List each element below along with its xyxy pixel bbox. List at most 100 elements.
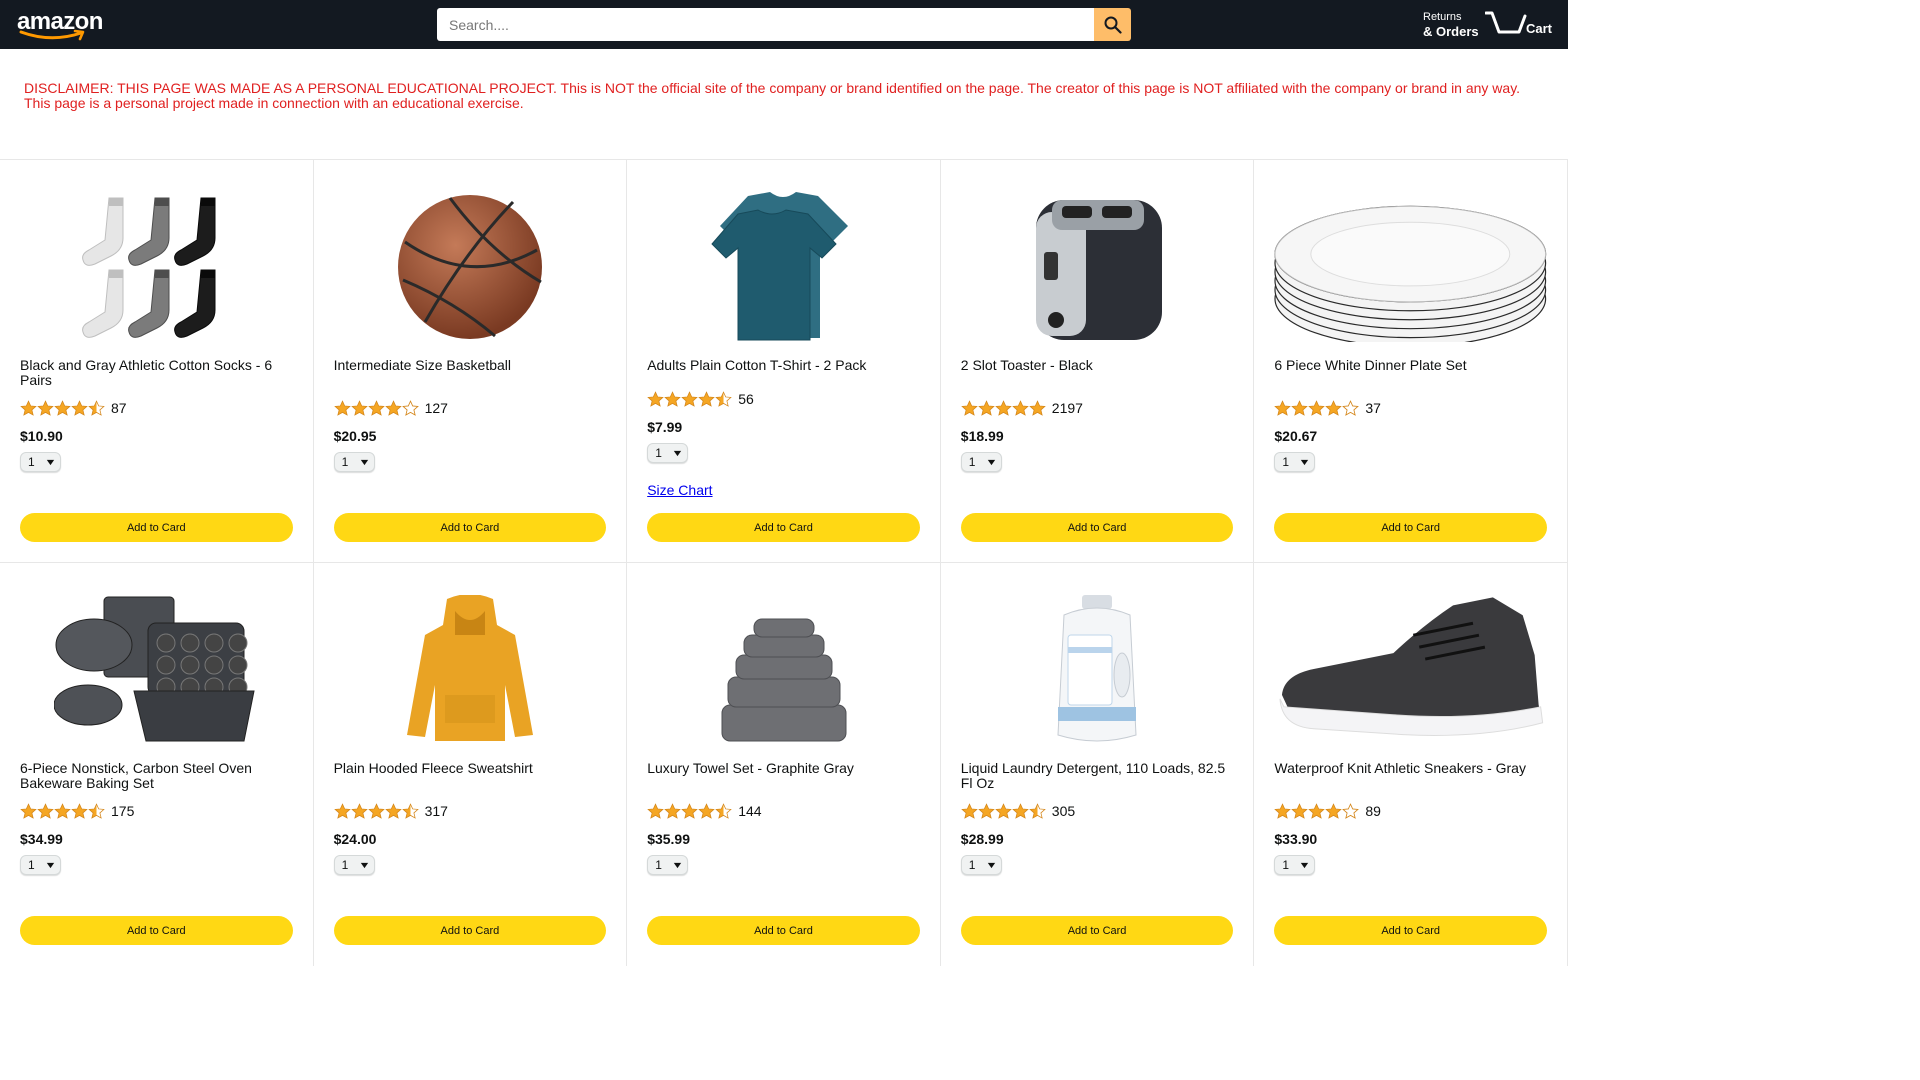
star-icon <box>681 802 698 819</box>
product-rating: 89 <box>1274 801 1547 821</box>
product-rating: 2197 <box>961 398 1234 418</box>
rating-stars <box>1274 399 1360 417</box>
rating-count[interactable]: 127 <box>425 400 448 416</box>
star-icon <box>664 390 681 407</box>
product-price: $7.99 <box>647 419 683 435</box>
product-card: Adults Plain Cotton T-Shirt - 2 Pack 56 … <box>627 160 941 563</box>
star-icon <box>995 399 1012 416</box>
add-to-cart-button[interactable]: Add to Card <box>1274 916 1547 945</box>
product-image[interactable] <box>961 192 1234 342</box>
add-to-cart-button[interactable]: Add to Card <box>960 513 1234 542</box>
star-icon <box>384 802 402 819</box>
quantity-select[interactable]: 1 ▼ <box>960 452 1002 472</box>
quantity-select[interactable]: 1 ▼ <box>1274 452 1316 472</box>
quantity-value: 1 <box>341 858 349 872</box>
star-icon <box>1274 802 1292 819</box>
product-price: $33.90 <box>1274 831 1318 847</box>
quantity-select[interactable]: 1 ▼ <box>20 452 61 472</box>
rating-count[interactable]: 37 <box>1365 400 1381 416</box>
star-icon <box>384 399 402 416</box>
rating-count[interactable]: 87 <box>111 400 127 416</box>
product-price: $24.00 <box>333 831 377 847</box>
product-name[interactable]: Adults Plain Cotton T-Shirt - 2 Pack <box>647 358 920 389</box>
add-to-cart-button[interactable]: Add to Card <box>333 916 607 945</box>
product-image[interactable] <box>647 595 920 745</box>
product-name[interactable]: Waterproof Knit Athletic Sneakers - Gray <box>1274 761 1547 801</box>
product-image[interactable] <box>1274 595 1547 745</box>
star-icon <box>647 802 664 819</box>
rating-count[interactable]: 317 <box>425 803 448 819</box>
product-price: $20.95 <box>333 428 377 444</box>
rating-count[interactable]: 305 <box>1052 803 1075 819</box>
product-image[interactable] <box>961 595 1234 745</box>
add-to-cart-button[interactable]: Add to Card <box>647 916 920 945</box>
star-icon <box>995 802 1012 819</box>
dinner-plates-image <box>1274 205 1547 342</box>
product-name[interactable]: Intermediate Size Basketball <box>334 358 607 398</box>
rating-stars <box>20 802 105 820</box>
quantity-value: 1 <box>968 455 976 469</box>
add-to-cart-button[interactable]: Add to Card <box>647 513 920 542</box>
star-icon <box>715 390 732 407</box>
star-icon <box>698 390 715 407</box>
add-to-cart-button[interactable]: Add to Card <box>20 916 293 945</box>
add-to-cart-button[interactable]: Add to Card <box>960 916 1234 945</box>
toaster-image <box>1036 200 1163 340</box>
product-name[interactable]: Black and Gray Athletic Cotton Socks - 6… <box>20 358 293 398</box>
size-chart-link[interactable]: Size Chart <box>647 482 920 498</box>
quantity-select[interactable]: 1 ▼ <box>647 855 689 875</box>
rating-stars <box>647 802 732 820</box>
search-button[interactable] <box>1094 8 1131 41</box>
product-image[interactable] <box>334 595 607 745</box>
amazon-logo[interactable]: amazon <box>17 9 103 41</box>
rating-count[interactable]: 2197 <box>1052 400 1083 416</box>
star-icon <box>1308 802 1326 819</box>
quantity-select[interactable]: 1 ▼ <box>960 855 1002 875</box>
quantity-select[interactable]: 1 ▼ <box>1274 855 1316 875</box>
product-rating: 144 <box>647 801 920 821</box>
product-rating: 317 <box>333 801 607 821</box>
product-card: 2 Slot Toaster - Black 2197 $18.99 1 ▼ A… <box>940 160 1255 563</box>
rating-stars <box>961 399 1046 417</box>
cart-link[interactable]: Cart <box>1485 8 1555 40</box>
star-icon <box>1012 399 1029 416</box>
returns-orders-link[interactable]: Returns & Orders <box>1423 11 1479 39</box>
product-name[interactable]: Luxury Towel Set - Graphite Gray <box>647 761 920 801</box>
search-input[interactable] <box>437 8 1094 41</box>
add-to-cart-button[interactable]: Add to Card <box>1274 513 1547 542</box>
star-icon <box>367 399 385 416</box>
quantity-value: 1 <box>655 858 662 872</box>
product-card: Black and Gray Athletic Cotton Socks - 6… <box>0 160 314 563</box>
quantity-select[interactable]: 1 ▼ <box>20 855 61 875</box>
quantity-select[interactable]: 1 ▼ <box>333 452 375 472</box>
star-icon <box>1029 399 1046 416</box>
quantity-select[interactable]: 1 ▼ <box>647 443 689 463</box>
quantity-select[interactable]: 1 ▼ <box>333 855 375 875</box>
rating-count[interactable]: 56 <box>738 391 754 407</box>
product-name[interactable]: 6-Piece Nonstick, Carbon Steel Oven Bake… <box>20 761 293 801</box>
product-name[interactable]: 2 Slot Toaster - Black <box>961 358 1234 398</box>
product-image[interactable] <box>334 192 607 342</box>
add-to-cart-button[interactable]: Add to Card <box>333 513 607 542</box>
star-icon <box>401 399 419 416</box>
chevron-down-icon: ▼ <box>1298 860 1312 870</box>
rating-count[interactable]: 89 <box>1365 803 1381 819</box>
product-name[interactable]: 6 Piece White Dinner Plate Set <box>1274 358 1547 398</box>
star-icon <box>681 390 698 407</box>
star-icon <box>1291 399 1309 416</box>
product-rating: 87 <box>20 398 293 418</box>
star-icon <box>333 399 351 416</box>
star-icon <box>1291 802 1309 819</box>
towel-set-image <box>721 618 847 742</box>
product-image[interactable] <box>20 192 293 342</box>
product-name[interactable]: Liquid Laundry Detergent, 110 Loads, 82.… <box>961 761 1234 801</box>
rating-count[interactable]: 175 <box>111 803 134 819</box>
product-image[interactable] <box>20 595 293 745</box>
star-icon <box>961 802 978 819</box>
product-card: Plain Hooded Fleece Sweatshirt 317 $24.0… <box>314 563 628 966</box>
add-to-cart-button[interactable]: Add to Card <box>20 513 293 542</box>
product-image[interactable] <box>647 192 920 342</box>
rating-count[interactable]: 144 <box>738 803 761 819</box>
product-name[interactable]: Plain Hooded Fleece Sweatshirt <box>334 761 607 801</box>
product-image[interactable] <box>1274 192 1547 342</box>
